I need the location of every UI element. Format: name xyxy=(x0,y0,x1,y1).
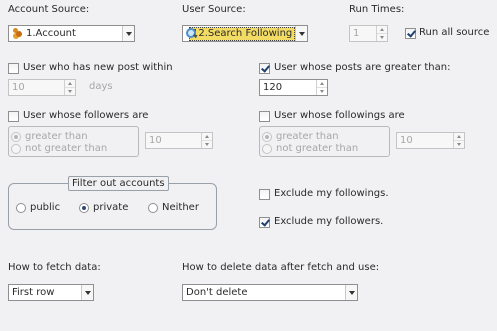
new-post-checkbox[interactable] xyxy=(8,63,19,74)
spin-up-icon[interactable] xyxy=(202,133,212,141)
chevron-down-icon[interactable] xyxy=(122,26,134,41)
fetch-method-value: First row xyxy=(12,287,55,298)
followings-not-greater-radio[interactable] xyxy=(262,144,272,154)
followings-spinner[interactable]: 10 xyxy=(396,132,465,149)
run-all-source-label: Run all source xyxy=(419,27,490,38)
exclude-followers-label: Exclude my followers. xyxy=(274,216,384,227)
user-source-label: User Source: xyxy=(182,4,246,15)
spin-up-icon[interactable] xyxy=(317,80,327,88)
followers-not-greater-label: not greater than xyxy=(25,143,108,154)
followers-not-greater-radio[interactable] xyxy=(11,144,21,154)
filter-private-label: private xyxy=(93,202,129,213)
chevron-down-icon[interactable] xyxy=(295,26,307,41)
new-post-label: User who has new post within xyxy=(23,62,173,73)
new-post-days-spinner[interactable]: 10 xyxy=(8,79,76,96)
followings-not-greater-label: not greater than xyxy=(276,143,359,154)
followers-checkbox[interactable] xyxy=(8,111,19,122)
chevron-down-icon[interactable] xyxy=(345,285,357,300)
filter-public-label: public xyxy=(30,202,61,213)
followings-checkbox[interactable] xyxy=(259,111,270,122)
account-source-value: 1.Account xyxy=(26,28,76,39)
spin-up-icon[interactable] xyxy=(377,26,387,34)
followings-greater-radio[interactable] xyxy=(262,132,272,142)
filter-private-radio[interactable] xyxy=(79,203,89,213)
run-all-source-checkbox[interactable] xyxy=(405,28,416,39)
posts-greater-spinner[interactable]: 120 xyxy=(259,79,328,96)
posts-greater-value: 120 xyxy=(263,82,283,93)
followers-spinner[interactable]: 10 xyxy=(145,132,213,149)
delete-method-value: Don't delete xyxy=(186,287,248,298)
spin-up-icon[interactable] xyxy=(65,80,75,88)
filter-neither-label: Neither xyxy=(162,202,199,213)
filter-neither-radio[interactable] xyxy=(148,203,158,213)
spin-down-icon[interactable] xyxy=(317,88,327,95)
run-times-spinner[interactable]: 1 xyxy=(349,25,388,42)
followings-label: User whose followings are xyxy=(274,110,405,121)
spin-up-icon[interactable] xyxy=(454,133,464,141)
run-times-label: Run Times: xyxy=(349,4,405,15)
followers-radio-group: greater than not greater than xyxy=(8,126,139,157)
spin-down-icon[interactable] xyxy=(377,34,387,41)
followers-greater-label: greater than xyxy=(25,131,88,142)
followings-radio-group: greater than not greater than xyxy=(259,126,390,157)
delete-method-select[interactable]: Don't delete xyxy=(182,284,358,301)
days-unit-label: days xyxy=(89,81,113,92)
exclude-followings-checkbox[interactable] xyxy=(259,189,270,200)
posts-greater-checkbox[interactable] xyxy=(259,63,270,74)
followers-value: 10 xyxy=(149,135,162,146)
spin-down-icon[interactable] xyxy=(454,141,464,148)
account-source-select[interactable]: 1.Account xyxy=(8,25,135,42)
posts-greater-label: User whose posts are greater than: xyxy=(274,62,451,73)
account-icon xyxy=(12,28,23,39)
new-post-days-value: 10 xyxy=(12,82,25,93)
fetch-label: How to fetch data: xyxy=(8,262,101,273)
filter-accounts-title: Filter out accounts xyxy=(68,176,169,191)
chevron-down-icon[interactable] xyxy=(81,285,93,300)
filter-public-radio[interactable] xyxy=(16,203,26,213)
exclude-followings-label: Exclude my followings. xyxy=(274,188,389,199)
spin-down-icon[interactable] xyxy=(202,141,212,148)
fetch-method-select[interactable]: First row xyxy=(8,284,94,301)
delete-label: How to delete data after fetch and use: xyxy=(182,262,380,273)
account-source-label: Account Source: xyxy=(8,4,90,15)
user-source-select[interactable]: 12.Search Following xyxy=(182,25,308,42)
spin-down-icon[interactable] xyxy=(65,88,75,95)
exclude-followers-checkbox[interactable] xyxy=(259,217,270,228)
run-times-value: 1 xyxy=(353,28,360,39)
followings-value: 10 xyxy=(400,135,413,146)
followers-label: User whose followers are xyxy=(23,110,149,121)
followers-greater-radio[interactable] xyxy=(11,132,21,142)
user-source-value: 12.Search Following xyxy=(189,26,295,41)
followings-greater-label: greater than xyxy=(276,131,339,142)
